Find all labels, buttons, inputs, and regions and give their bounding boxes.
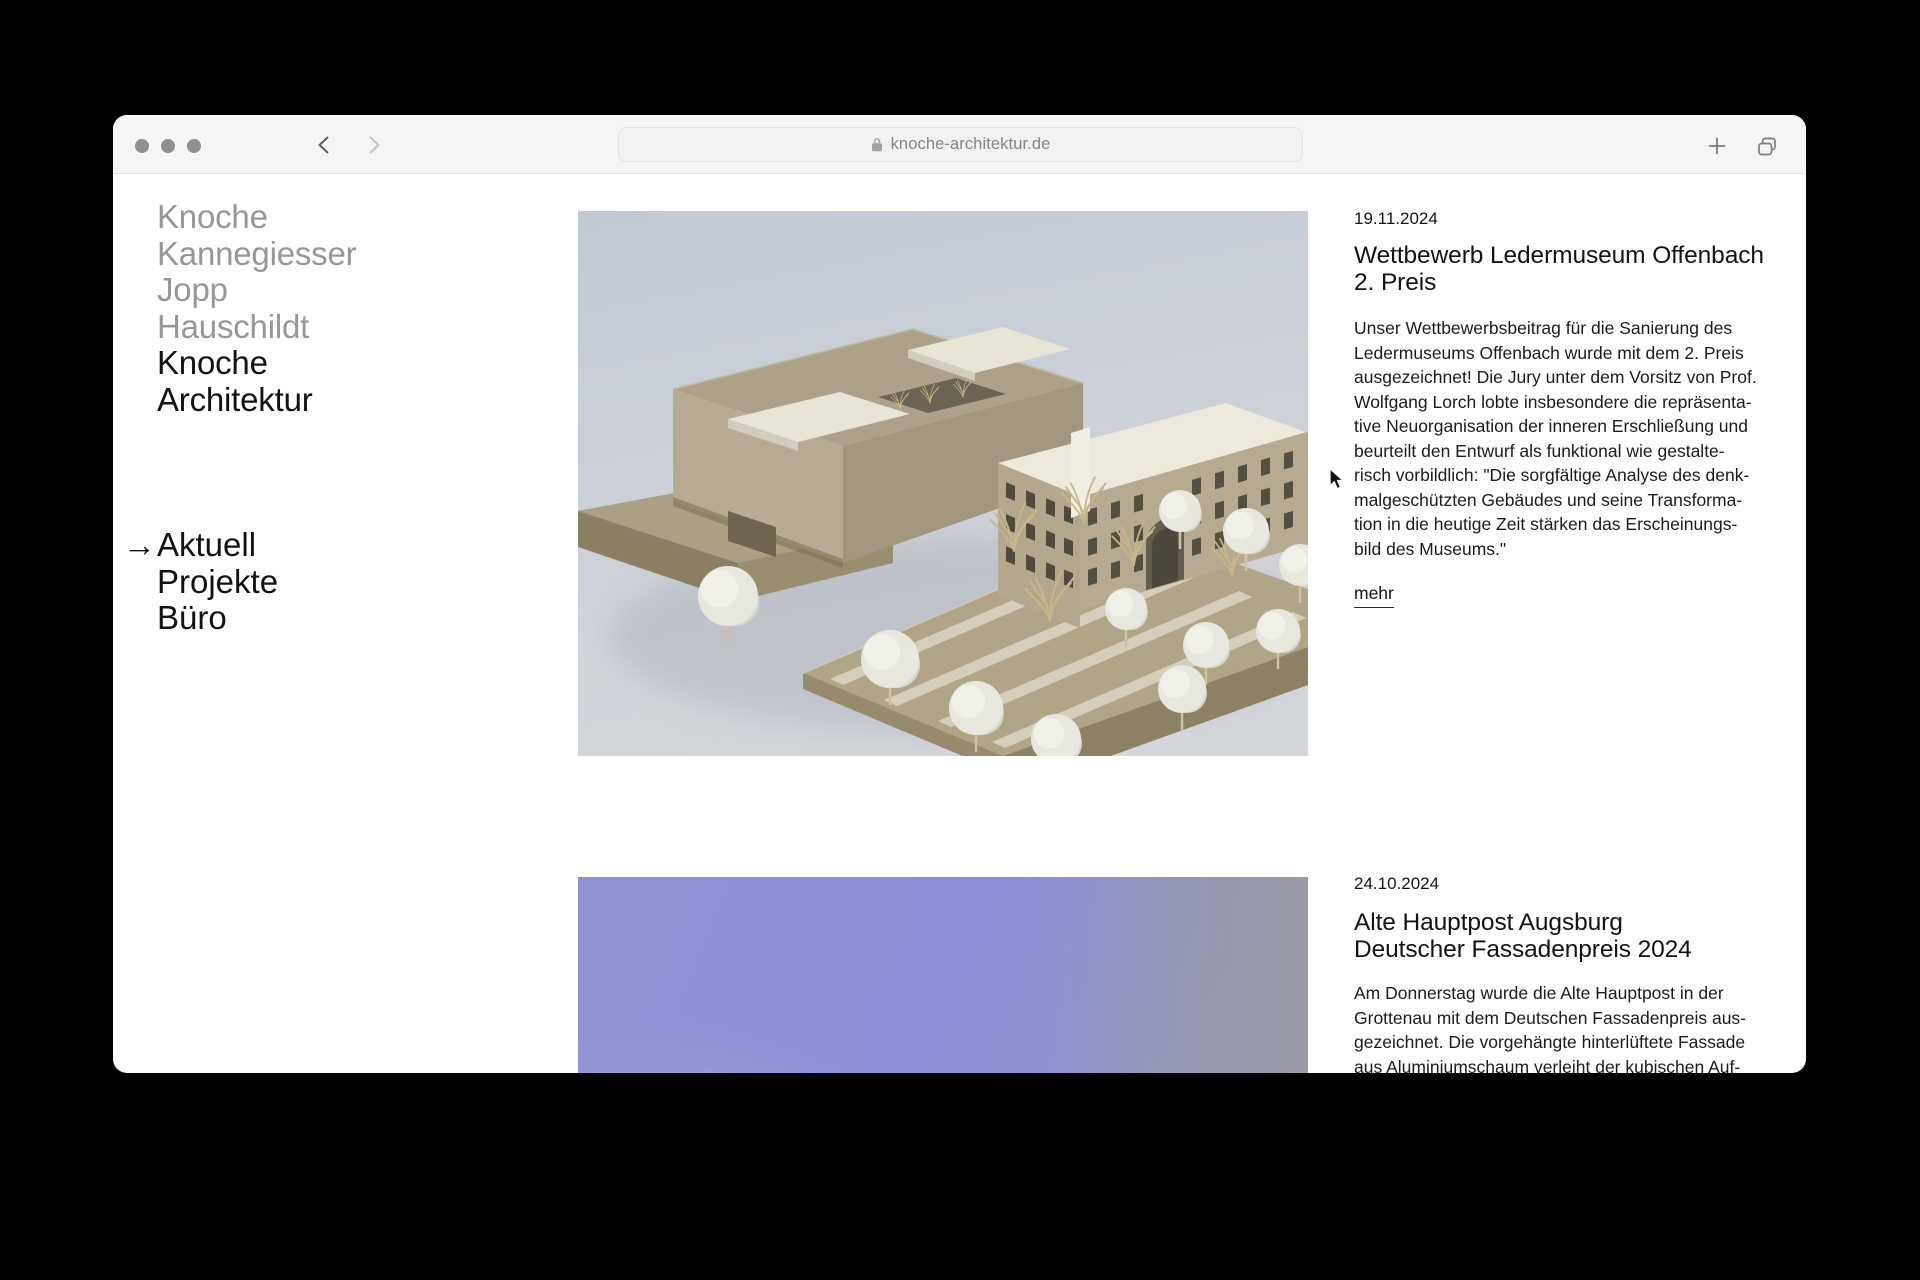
url-text: knoche-architektur.de (891, 135, 1051, 154)
desktop-background: knoche-architektur.de Knoche Kannegiesse… (0, 0, 1920, 1280)
lock-icon (871, 137, 883, 152)
forward-button[interactable] (362, 134, 384, 156)
browser-window: knoche-architektur.de Knoche Kannegiesse… (113, 115, 1806, 1073)
nav-label-buero: Büro (157, 599, 227, 636)
article-date: 24.10.2024 (1354, 873, 1794, 895)
article-hauptpost: 24.10.2024 Alte Hauptpost Augsburg Deuts… (1354, 873, 1794, 1073)
nav-item-aktuell[interactable]: → Aktuell (157, 527, 278, 564)
show-tabs-button[interactable] (1755, 135, 1779, 159)
chevron-right-icon (371, 138, 379, 153)
mouse-cursor (1327, 468, 1347, 490)
article-body: Am Donnerstag wurde die Alte Hauptpost i… (1354, 981, 1794, 1073)
nav-item-projekte[interactable]: Projekte (157, 564, 278, 601)
nav-label-aktuell: Aktuell (157, 526, 256, 563)
article-date: 19.11.2024 (1354, 208, 1794, 230)
plus-icon (1710, 139, 1725, 154)
main-navigation: → Aktuell Projekte Büro (157, 527, 278, 637)
article-ledermuseum: 19.11.2024 Wettbewerb Ledermuseum Offenb… (1354, 208, 1794, 608)
new-tab-button[interactable] (1705, 134, 1729, 158)
site-logo[interactable]: Knoche Kannegiesser Jopp Hauschildt Knoc… (157, 199, 356, 419)
architectural-model-photo (578, 211, 1308, 756)
window-control-dot-close[interactable] (135, 139, 149, 153)
active-arrow-icon: → (123, 527, 156, 564)
logo-firm-name: Knoche Architektur (157, 345, 356, 418)
article-title: Wettbewerb Ledermuseum Offenbach 2. Prei… (1354, 242, 1794, 296)
tabs-overview-icon (1759, 139, 1775, 155)
window-control-dot-zoom[interactable] (187, 139, 201, 153)
more-link[interactable]: mehr (1354, 583, 1394, 608)
article-title: Alte Hauptpost Augsburg Deutscher Fassad… (1354, 909, 1794, 963)
article-body: Unser Wettbewerbsbeitrag für die Sanieru… (1354, 316, 1794, 561)
nav-item-buero[interactable]: Büro (157, 600, 278, 637)
back-button[interactable] (314, 134, 336, 156)
article-image-ledermuseum-model[interactable] (578, 211, 1308, 756)
nav-label-projekte: Projekte (157, 563, 278, 600)
address-bar[interactable]: knoche-architektur.de (618, 127, 1303, 162)
browser-toolbar: knoche-architektur.de (113, 115, 1806, 174)
chevron-left-icon (320, 138, 328, 153)
window-control-dot-minimize[interactable] (161, 139, 175, 153)
logo-partner-names: Knoche Kannegiesser Jopp Hauschildt (157, 199, 356, 345)
article-image-hauptpost[interactable] (578, 877, 1308, 1073)
